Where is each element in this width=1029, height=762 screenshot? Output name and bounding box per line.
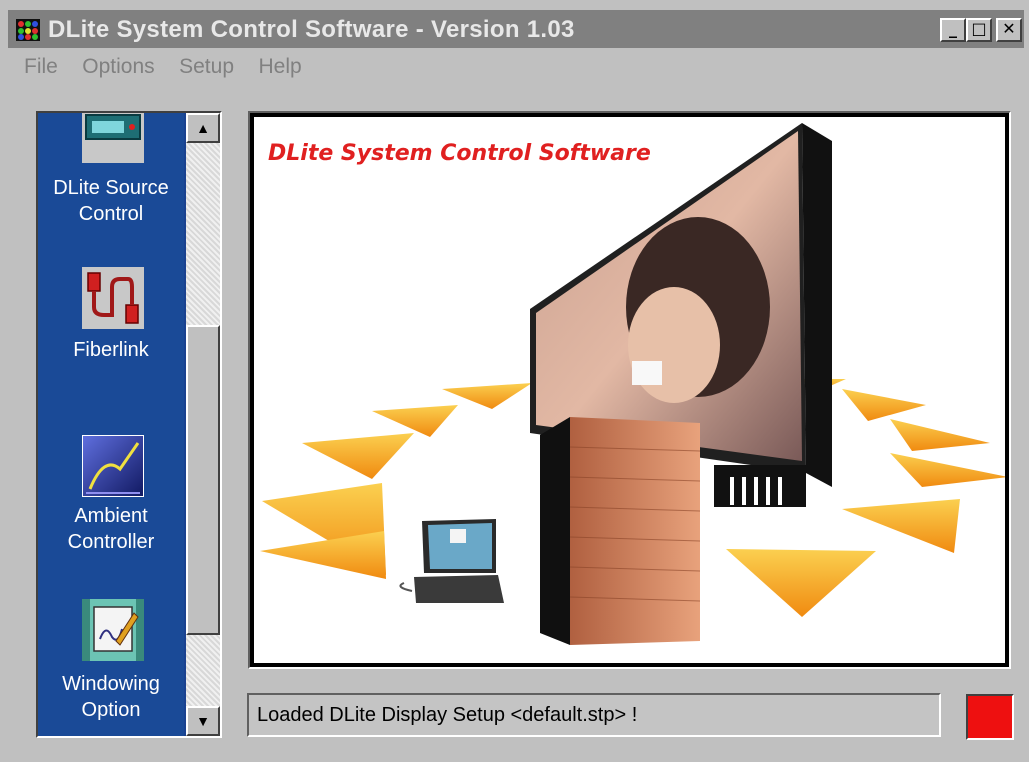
sidebar-item-label: Fiberlink — [38, 337, 184, 363]
scroll-up-button[interactable]: ▲ — [186, 113, 220, 143]
title-bar[interactable]: DLite System Control Software - Version … — [8, 10, 1024, 48]
sidebar-item-dlite-source-control[interactable]: DLite Source Control — [38, 113, 184, 231]
minimize-icon: _ — [949, 19, 957, 38]
sidebar-item-label: Windowing Option — [38, 671, 184, 723]
laptop-computer — [399, 519, 504, 603]
label-line-2: Controller — [67, 531, 155, 553]
menu-options[interactable]: Options — [82, 55, 154, 79]
status-bar: Loaded DLite Display Setup <default.stp>… — [247, 693, 941, 737]
window-title: DLite System Control Software - Version … — [48, 16, 575, 43]
windowing-option-icon — [82, 599, 144, 661]
label-line-1: Windowing — [62, 673, 160, 695]
menu-bar: File Options Setup Help — [24, 55, 322, 83]
status-indicator-light — [966, 694, 1014, 740]
status-message: Loaded DLite Display Setup <default.stp>… — [257, 704, 638, 726]
module-sidebar: DLite Source Control Fiberlink Ambient C… — [36, 111, 222, 738]
source-control-device-icon — [82, 113, 144, 163]
arrow-up-icon: ▲ — [196, 120, 210, 136]
label-line-1: Ambient — [74, 505, 148, 527]
splash-illustration — [260, 123, 1005, 645]
led-wall-module — [540, 417, 701, 645]
close-button[interactable]: ✕ — [996, 18, 1022, 42]
sidebar-item-label: Ambient Controller — [38, 503, 184, 555]
fiberlink-cable-icon — [82, 267, 144, 329]
minimize-button[interactable]: _ — [940, 18, 966, 42]
module-list: DLite Source Control Fiberlink Ambient C… — [38, 113, 184, 736]
ambient-controller-icon — [81, 434, 145, 498]
app-logo-icon[interactable] — [16, 19, 40, 41]
menu-help[interactable]: Help — [258, 55, 301, 79]
scroll-thumb[interactable] — [186, 325, 220, 635]
sidebar-scrollbar[interactable]: ▲ ▼ — [186, 113, 220, 736]
label-line-1: Fiberlink — [73, 339, 149, 361]
sidebar-item-ambient-controller[interactable]: Ambient Controller — [38, 431, 184, 561]
splash-image-frame: DLite System Control Software — [248, 111, 1011, 669]
sidebar-item-fiberlink[interactable]: Fiberlink — [38, 263, 184, 373]
close-icon: ✕ — [1002, 19, 1016, 38]
menu-file[interactable]: File — [24, 55, 58, 79]
arrow-down-icon: ▼ — [196, 713, 210, 729]
label-line-1: DLite Source — [53, 177, 169, 199]
label-line-2: Option — [81, 699, 141, 721]
scroll-down-button[interactable]: ▼ — [186, 706, 220, 736]
maximize-button[interactable]: □ — [966, 18, 992, 42]
sidebar-item-label: DLite Source Control — [38, 175, 184, 227]
sidebar-item-windowing-option[interactable]: Windowing Option — [38, 599, 184, 729]
label-line-2: Control — [78, 203, 144, 225]
splash-image: DLite System Control Software — [254, 117, 1005, 663]
menu-setup[interactable]: Setup — [179, 55, 234, 79]
app-window: DLite System Control Software - Version … — [0, 0, 1029, 762]
maximize-icon: □ — [971, 19, 987, 38]
